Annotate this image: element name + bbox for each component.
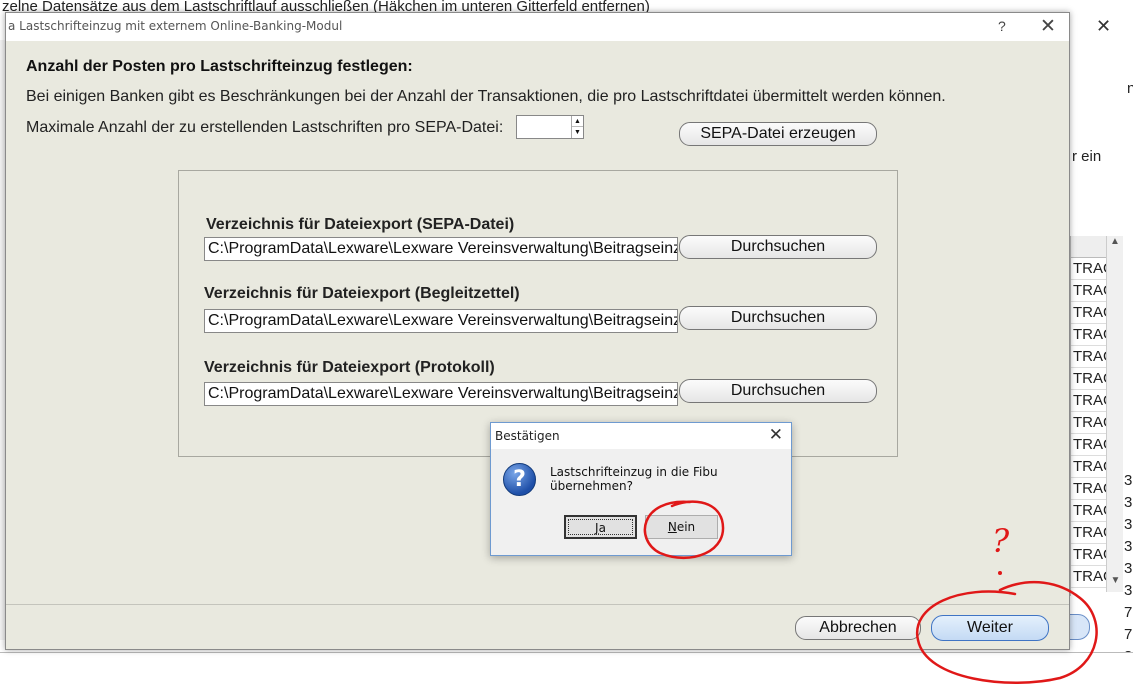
background-column-cell: 3 bbox=[1124, 560, 1133, 577]
yes-label: a bbox=[598, 521, 606, 535]
export-directories-group: Verzeichnis für Dateiexport (SEPA-Datei)… bbox=[178, 170, 898, 457]
create-sepa-file-button[interactable]: SEPA-Datei erzeugen bbox=[679, 122, 877, 146]
stepper-up-icon[interactable]: ▲ bbox=[572, 116, 583, 127]
scroll-down-icon[interactable]: ▼ bbox=[1107, 575, 1124, 592]
section-description: Bei einigen Banken gibt es Beschränkunge… bbox=[26, 88, 946, 105]
confirm-message: Lastschrifteinzug in die Fibu übernehmen… bbox=[550, 465, 718, 493]
protocol-directory-label: Verzeichnis für Dateiexport (Protokoll) bbox=[204, 359, 495, 376]
no-label: ein bbox=[676, 520, 696, 534]
background-column-cell: 3 bbox=[1124, 538, 1133, 555]
browse-sepa-button[interactable]: Durchsuchen bbox=[679, 235, 877, 259]
background-column-cell: 7 bbox=[1124, 626, 1133, 643]
close-icon[interactable]: ✕ bbox=[1040, 15, 1056, 38]
cancel-button[interactable]: Abbrechen bbox=[795, 616, 921, 640]
browse-protocol-button[interactable]: Durchsuchen bbox=[679, 379, 877, 403]
section-heading: Anzahl der Posten pro Lastschrifteinzug … bbox=[26, 58, 413, 75]
background-close-icon[interactable]: ✕ bbox=[1096, 16, 1111, 37]
help-icon[interactable]: ? bbox=[998, 18, 1006, 34]
yes-button[interactable]: Ja bbox=[564, 515, 637, 539]
background-column-cell: 3 bbox=[1124, 494, 1133, 511]
slip-directory-label: Verzeichnis für Dateiexport (Begleitzett… bbox=[204, 285, 520, 302]
browse-slip-button[interactable]: Durchsuchen bbox=[679, 306, 877, 330]
background-column-cell: 3 bbox=[1124, 472, 1133, 489]
dialog-title: a Lastschrifteinzug mit externem Online-… bbox=[8, 19, 343, 33]
sepa-directory-input[interactable]: C:\ProgramData\Lexware\Lexware Vereinsve… bbox=[204, 237, 678, 261]
confirm-close-icon[interactable]: ✕ bbox=[769, 425, 783, 445]
max-count-stepper[interactable]: ▲ ▼ bbox=[516, 115, 584, 139]
protocol-directory-input[interactable]: C:\ProgramData\Lexware\Lexware Vereinsve… bbox=[204, 382, 678, 406]
background-column-cell: 7 bbox=[1124, 604, 1133, 621]
footer-divider bbox=[6, 604, 1069, 605]
question-icon: ? bbox=[503, 463, 536, 496]
dialog-titlebar: a Lastschrifteinzug mit externem Online-… bbox=[6, 13, 1069, 41]
slip-directory-input[interactable]: C:\ProgramData\Lexware\Lexware Vereinsve… bbox=[204, 309, 678, 333]
max-count-label: Maximale Anzahl der zu erstellenden Last… bbox=[26, 119, 504, 136]
no-button[interactable]: Nein bbox=[645, 515, 718, 539]
confirm-dialog: Bestätigen ✕ ? Lastschrifteinzug in die … bbox=[490, 422, 792, 556]
next-button[interactable]: Weiter bbox=[931, 615, 1049, 641]
background-column-cell: 3 bbox=[1124, 582, 1133, 599]
confirm-titlebar: Bestätigen ✕ bbox=[491, 423, 791, 449]
background-column-cell: 3 bbox=[1124, 516, 1133, 533]
background-right-text: n bbox=[1127, 80, 1133, 97]
stepper-buttons: ▲ ▼ bbox=[571, 116, 583, 138]
confirm-title: Bestätigen bbox=[495, 429, 560, 443]
no-accesskey: N bbox=[667, 520, 677, 534]
stepper-down-icon[interactable]: ▼ bbox=[572, 127, 583, 138]
background-right-text: r ein bbox=[1072, 148, 1102, 165]
sepa-directory-label: Verzeichnis für Dateiexport (SEPA-Datei) bbox=[206, 216, 515, 233]
scroll-up-icon[interactable]: ▲ bbox=[1107, 236, 1123, 253]
background-scrollbar[interactable]: ▲ ▼ bbox=[1106, 236, 1123, 592]
background-bottom-row bbox=[0, 652, 1133, 688]
